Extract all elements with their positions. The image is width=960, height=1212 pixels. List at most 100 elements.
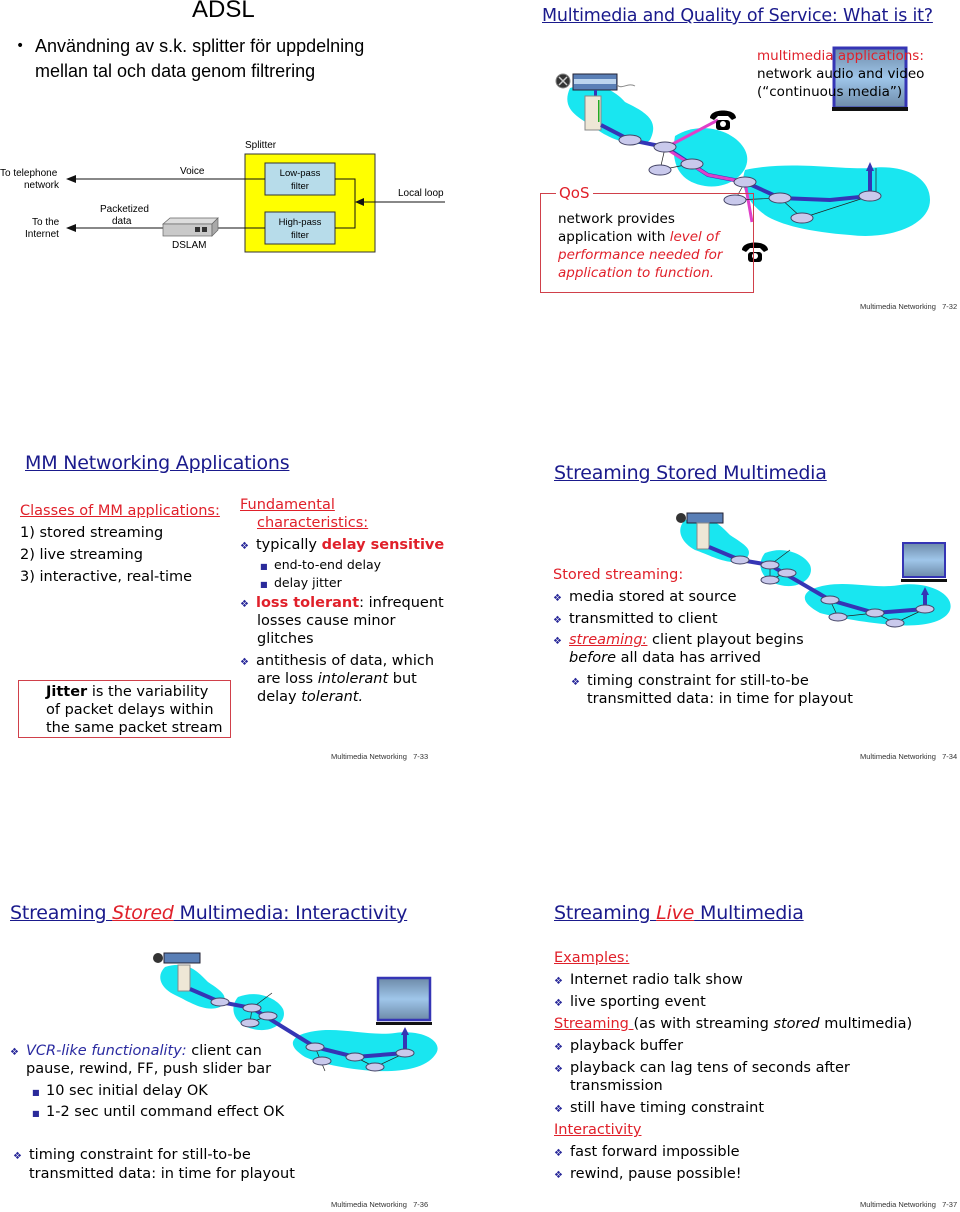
cloud-source: [680, 517, 750, 563]
bullet-text-line1: Användning av s.k. splitter för uppdelni…: [35, 36, 365, 56]
footer-page-number: 7-32: [942, 302, 958, 311]
slide-7-37: Streaming Live Multimedia Examples: ❖ Int…: [480, 890, 960, 1212]
example-text: Internet radio talk show: [570, 972, 743, 988]
diamond-bullet-icon: ❖: [554, 998, 563, 1009]
footer-label: Multimedia Networking: [331, 752, 407, 761]
example-item: ❖ live sporting event: [554, 993, 706, 1013]
interactivity-heading: Interactivity: [554, 1122, 642, 1138]
diamond-bullet-icon: ❖: [554, 1104, 563, 1115]
qos-label: QoS: [556, 184, 593, 202]
jitter-term: Jitter: [46, 684, 88, 700]
char-bullet-3: ❖ antithesis of data, which: [240, 652, 434, 672]
title-part-1: Streaming: [10, 902, 113, 924]
b3-l2-italic: before: [569, 650, 616, 666]
interactivity-item: ❖ rewind, pause possible!: [554, 1165, 742, 1185]
slide-title: Streaming Stored Multimedia: Interactivi…: [10, 902, 407, 924]
b2-plain: : infrequent: [359, 595, 444, 611]
packetized-label-2: data: [112, 216, 132, 227]
stored-streaming-heading: Stored streaming:: [553, 567, 684, 583]
char-bullet-3-line3: delay tolerant.: [257, 688, 363, 706]
streaming-line: Streaming (as with streaming stored mult…: [554, 1015, 912, 1033]
highpass-label-1: High-pass: [279, 217, 322, 228]
title-part-3: Multimedia: [694, 902, 804, 924]
timing-bullet: ❖ timing constraint for still-to-be: [13, 1146, 251, 1166]
slide-7-36: Streaming Stored Multimedia: Interactivi…: [0, 890, 480, 1212]
streaming-item: ❖ still have timing constraint: [554, 1099, 764, 1119]
streaming-text: still have timing constraint: [570, 1100, 765, 1116]
vcr-bullet-line2: pause, rewind, FF, push slider bar: [26, 1061, 272, 1077]
streaming-item: ❖ playback can lag tens of seconds after: [554, 1059, 850, 1079]
sub1-text: end-to-end delay: [274, 557, 382, 572]
streaming-rest-a: (as with streaming: [633, 1016, 774, 1032]
slide-7-34: Streaming Stored Multimedia Stored strea…: [480, 440, 960, 770]
footer-label: Multimedia Networking: [860, 752, 936, 761]
internet-arrowhead: [66, 224, 76, 232]
b3-l2-rest: but: [388, 671, 417, 687]
interactivity-text: fast forward impossible: [570, 1144, 740, 1160]
voice-label: Voice: [180, 166, 205, 177]
b1-emph: delay sensitive: [321, 537, 445, 553]
vcr-plain: client can: [186, 1043, 262, 1059]
footer-label: Multimedia Networking: [860, 302, 936, 311]
stored-sub-bullet: ❖ timing constraint for still-to-be: [571, 672, 809, 692]
to-telephone-label-1: To telephone: [0, 168, 58, 179]
diamond-bullet-icon: ❖: [240, 599, 249, 610]
diamond-bullet-icon: ❖: [554, 1042, 563, 1053]
b3-l2-plain: are loss: [257, 671, 318, 687]
class-item: 1) stored streaming: [20, 525, 164, 541]
diamond-bullet-icon: ❖: [554, 1064, 563, 1075]
cloud-source: [567, 85, 654, 145]
streaming-rest-c: multimedia): [819, 1016, 913, 1032]
tv-monitor-icon: [901, 542, 947, 582]
mm-line3: (“continuous media”): [757, 84, 903, 100]
dslam-label: DSLAM: [172, 240, 206, 251]
char-bullet-3-line2: are loss intolerant but: [257, 670, 417, 688]
vcr-emph: VCR-like functionality:: [26, 1043, 187, 1059]
square-bullet-icon: ■: [32, 1088, 40, 1097]
timing-line1: timing constraint for still-to-be: [29, 1147, 251, 1163]
stored-bullet-3-line2: before all data has arrived: [569, 649, 761, 667]
slide-title: MM Networking Applications: [25, 452, 290, 474]
slide-7-33: MM Networking Applications Classes of MM…: [0, 440, 480, 770]
stored-sub-bullet-line2: transmitted data: in time for playout: [587, 691, 853, 707]
title-part-1: Streaming: [554, 902, 657, 924]
diamond-bullet-icon: ❖: [554, 1148, 563, 1159]
sub-line1: timing constraint for still-to-be: [587, 673, 809, 689]
qos-line4: application to function.: [558, 265, 715, 281]
sub1-text: 10 sec initial delay OK: [46, 1083, 208, 1099]
qos-line2-emph: level of: [669, 229, 720, 245]
vcr-sub-1: ■ 10 sec initial delay OK: [32, 1082, 208, 1102]
vcr-bullet: ❖ VCR-like functionality: client can: [10, 1042, 262, 1062]
char-sub-1: ■ end-to-end delay: [260, 556, 381, 576]
highpass-label-2: filter: [291, 230, 309, 241]
cloud-destination: [804, 584, 951, 626]
interactivity-text: rewind, pause possible!: [570, 1166, 742, 1182]
slide-title: Multimedia and Quality of Service: What …: [542, 6, 933, 26]
streaming-text: playback buffer: [570, 1038, 684, 1054]
b3-l2-italic: intolerant: [317, 671, 389, 687]
slide-footer: Multimedia Networking 7-36: [331, 1200, 428, 1209]
b1-text: media stored at source: [569, 589, 737, 605]
stored-bullet-2: ❖ transmitted to client: [553, 610, 718, 630]
diamond-bullet-icon: ❖: [553, 615, 562, 626]
b3-l3-italic: tolerant.: [301, 689, 364, 705]
stored-bullet-3: ❖ streaming: client playout begins: [553, 631, 804, 651]
packetized-label-1: Packetized: [100, 204, 149, 215]
streaming-text: playback can lag tens of seconds after: [570, 1060, 850, 1076]
char-bullet-2-line3: glitches: [257, 631, 314, 647]
slide-title: Streaming Stored Multimedia: [554, 462, 827, 484]
timing-bullet-line2: transmitted data: in time for playout: [29, 1166, 295, 1182]
streaming-rest-italic: stored: [773, 1016, 820, 1032]
jitter-line1: Jitter is the variability: [46, 683, 208, 701]
b2-text: transmitted to client: [569, 611, 718, 627]
slide-7-32: Multimedia and Quality of Service: What …: [480, 0, 960, 320]
jitter-line2: of packet delays within: [46, 702, 214, 718]
jitter-line1-rest: is the variability: [87, 684, 209, 700]
diamond-bullet-icon: ❖: [240, 657, 249, 668]
b3-emph: streaming:: [569, 632, 648, 648]
sub2-text: 1-2 sec until command effect OK: [46, 1104, 285, 1120]
to-telephone-label-2: network: [24, 180, 60, 191]
slide-footer: Multimedia Networking 7-32: [860, 302, 957, 311]
char-bullet-2-line2: losses cause minor: [257, 613, 396, 629]
streaming-item-line2: transmission: [570, 1078, 663, 1094]
